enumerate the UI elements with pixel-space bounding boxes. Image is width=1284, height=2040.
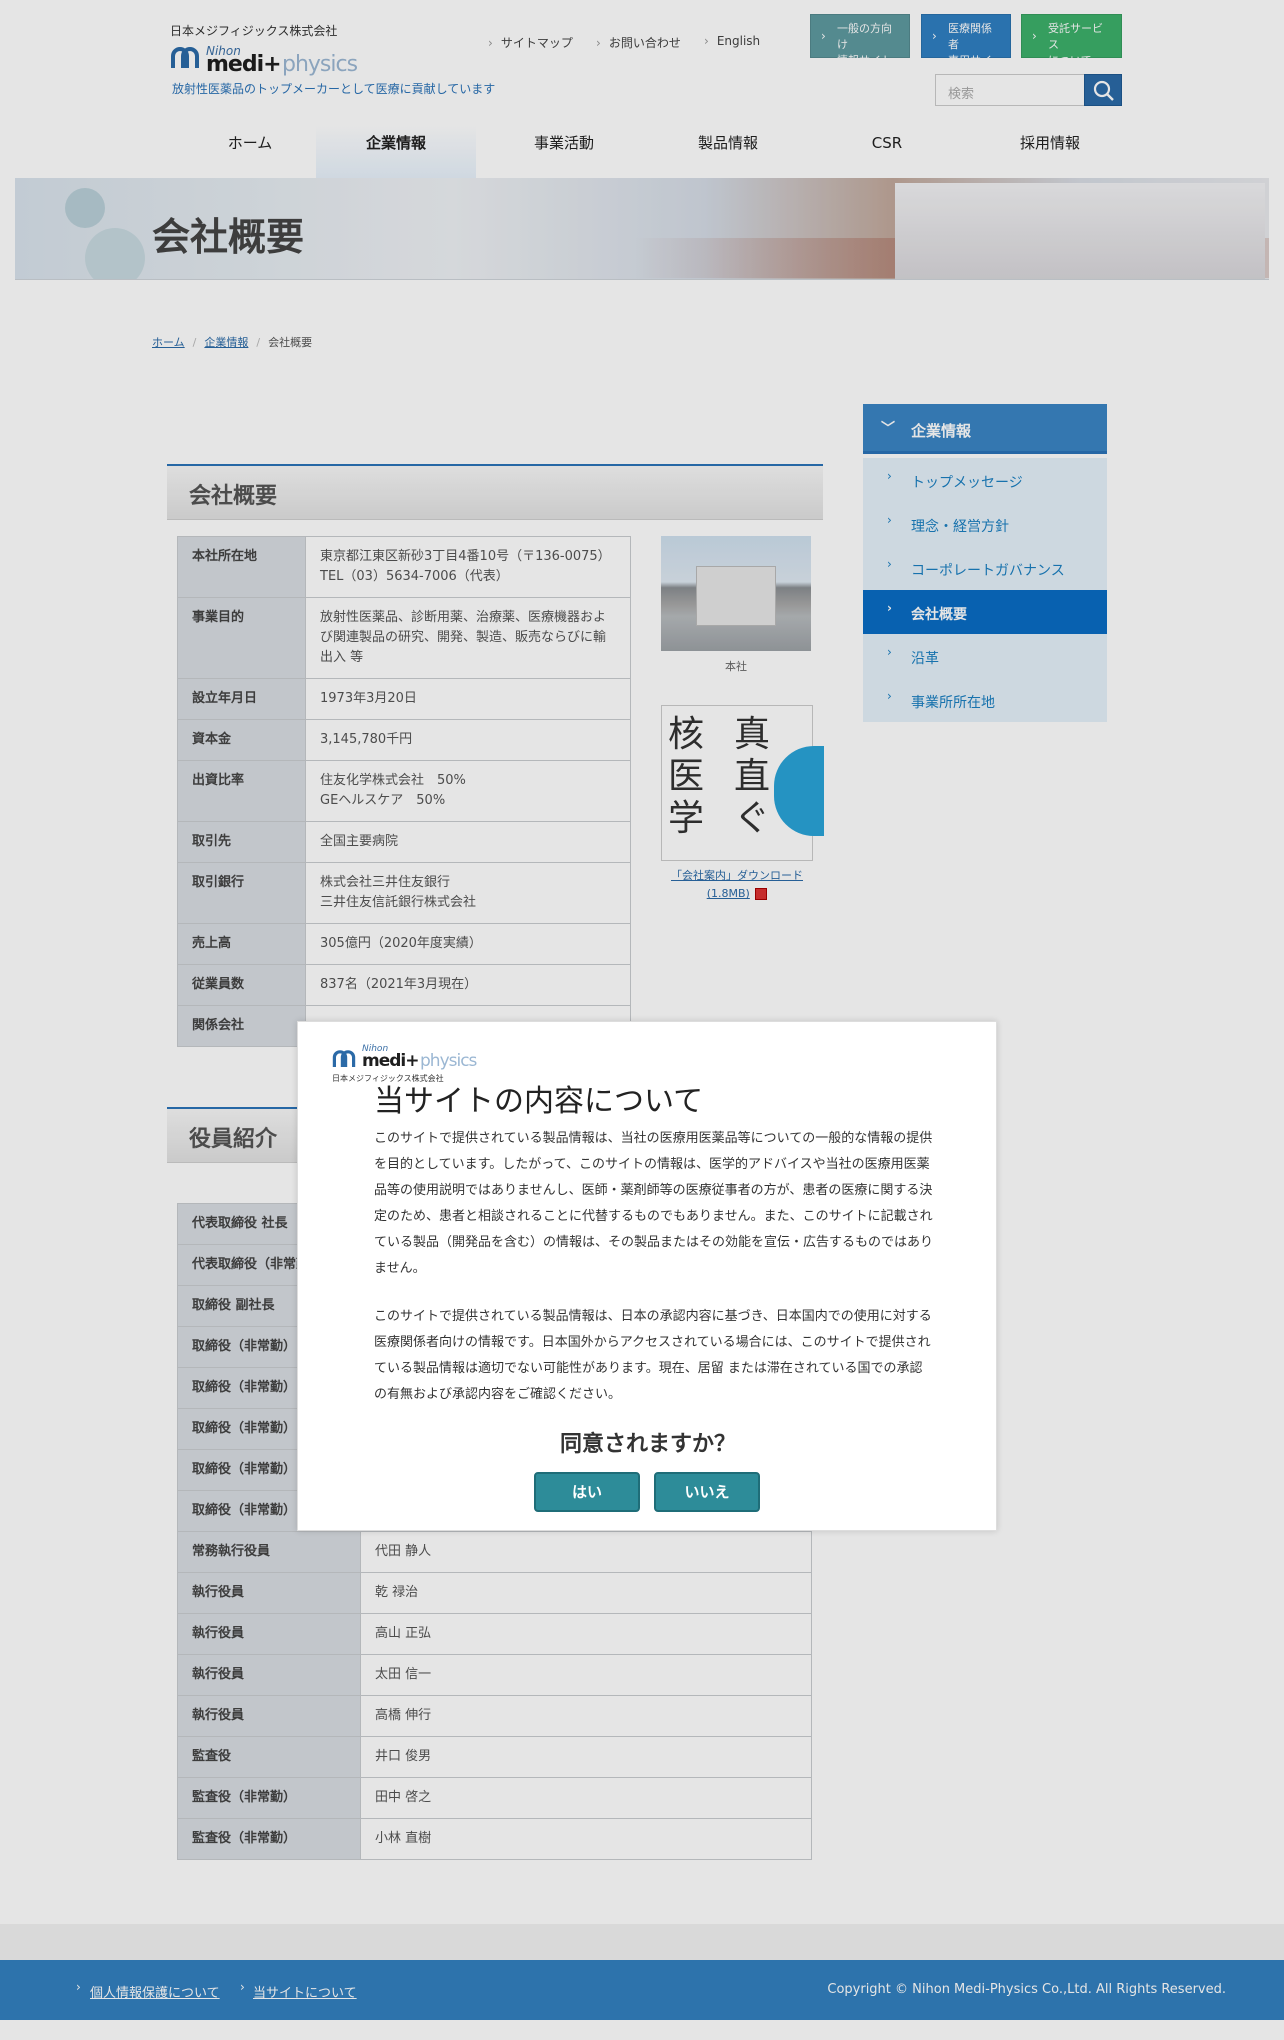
modal-title: 当サイトの内容について xyxy=(374,1084,704,1119)
modal-paragraph-1: このサイトで提供されている製品情報は、当社の医療用医薬品等についての一般的な情報… xyxy=(374,1131,934,1276)
modal-question: 同意されますか？ xyxy=(559,1432,736,1457)
modal-paragraph-2: このサイトで提供されている製品情報は、日本の承認内容に基づき、日本国内での使用に… xyxy=(374,1309,932,1402)
agree-no-button[interactable]: いいえ xyxy=(654,1472,760,1512)
logo-mark-icon xyxy=(332,1050,356,1067)
agree-yes-button[interactable]: はい xyxy=(534,1472,640,1512)
page: 日本メジフィジックス株式会社 Nihon medi+ physics 放射性医薬… xyxy=(0,0,1284,2040)
consent-modal: Nihon medi+ physics 日本メジフィジックス株式会社 当サイトの… xyxy=(297,1021,997,1531)
modal-backdrop[interactable] xyxy=(0,0,1284,2040)
